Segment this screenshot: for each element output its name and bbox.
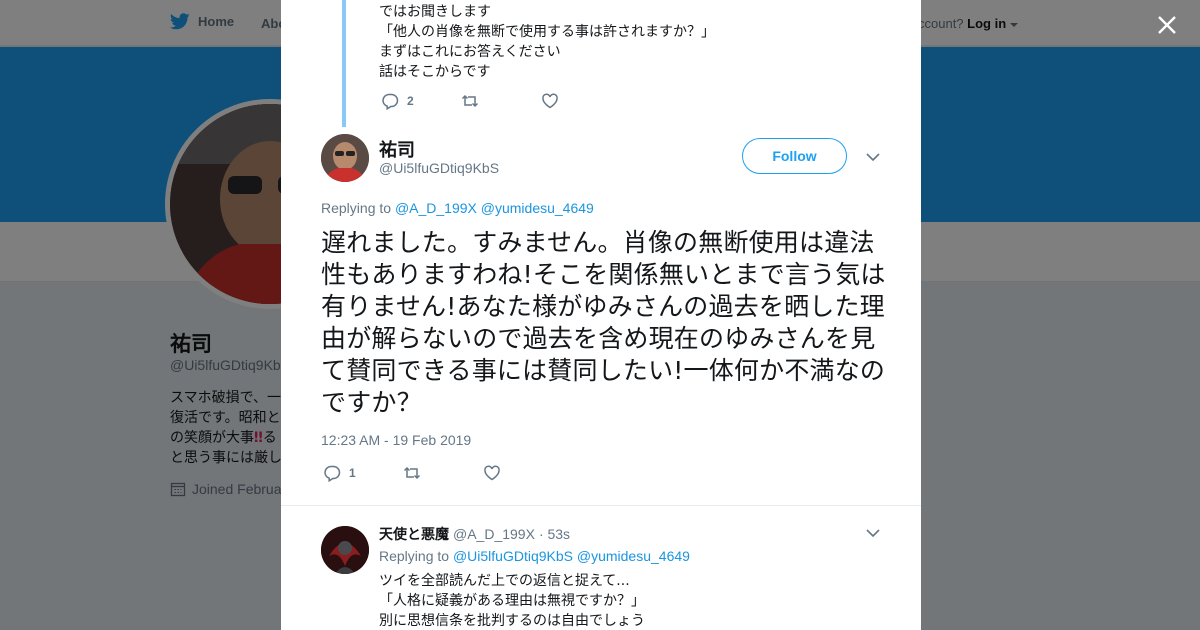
chevron-down-icon[interactable] (866, 152, 880, 162)
close-icon[interactable] (1152, 10, 1182, 40)
mention-link[interactable]: @Ui5lfuGDtiq9KbS (453, 548, 573, 564)
previous-tweet-actions: 2 (381, 92, 621, 110)
text-line: 話はそこからです (379, 64, 491, 80)
retweet-button[interactable] (461, 92, 541, 110)
reply-tweet-avatar[interactable] (321, 526, 369, 574)
text-line: まずはこれにお答えください (379, 44, 561, 60)
divider (281, 505, 921, 506)
reply-button[interactable]: 1 (323, 464, 403, 482)
retweet-icon (461, 94, 479, 108)
mention-link[interactable]: @yumidesu_4649 (577, 548, 690, 564)
replying-to: Replying to @Ui5lfuGDtiq9KbS @yumidesu_4… (379, 548, 690, 564)
replying-prefix: Replying to (321, 200, 392, 216)
retweet-button[interactable] (403, 464, 483, 482)
reply-button[interactable]: 2 (381, 92, 461, 110)
like-icon (484, 465, 500, 481)
thread-line (342, 0, 346, 127)
reply-icon (382, 93, 399, 110)
retweet-icon (403, 466, 421, 480)
text-line: 「人格に疑義がある理由は無視ですか？」 (379, 593, 645, 609)
reply-count: 1 (349, 466, 356, 480)
mention-link[interactable]: @yumidesu_4649 (481, 200, 594, 216)
main-tweet-name[interactable]: 祐司 (379, 136, 415, 162)
text-line: 「他人の肖像を無断で使用する事は許されますか？」 (379, 24, 715, 40)
reply-count: 2 (407, 94, 414, 108)
previous-tweet-text: ではお聞きします 「他人の肖像を無断で使用する事は許されますか？」 まずはこれに… (379, 2, 715, 82)
like-icon (542, 93, 558, 109)
main-tweet-text: 遅れました。すみません。肖像の無断使用は違法性もありますわね!そこを関係無いとま… (321, 228, 886, 417)
like-button[interactable] (541, 92, 621, 110)
mention-link[interactable]: @A_D_199X (395, 200, 477, 216)
main-tweet-timestamp[interactable]: 12:23 AM - 19 Feb 2019 (321, 432, 471, 448)
text-line: ツイを全部読んだ上での返信と捉えて... (379, 573, 630, 589)
reply-tweet-header: 天使と悪魔 @A_D_199X · 53s (379, 524, 570, 544)
reply-tweet-name[interactable]: 天使と悪魔 (379, 524, 449, 544)
text-line: 別に思想信条を批判するのは自由でしょう (379, 613, 645, 629)
replying-prefix: Replying to (379, 548, 450, 564)
tweet-permalink-modal: ではお聞きします 「他人の肖像を無断で使用する事は許されますか？」 まずはこれに… (281, 0, 921, 630)
main-tweet-avatar[interactable] (321, 134, 369, 182)
reply-tweet-text: ツイを全部読んだ上での返信と捉えて... 「人格に疑義がある理由は無視ですか？」… (379, 571, 645, 630)
replying-to: Replying to @A_D_199X @yumidesu_4649 (321, 200, 594, 216)
like-button[interactable] (483, 464, 563, 482)
main-tweet-handle[interactable]: @Ui5lfuGDtiq9KbS (379, 160, 499, 176)
chevron-down-icon[interactable] (866, 528, 880, 538)
reply-icon (324, 465, 341, 482)
follow-button[interactable]: Follow (742, 138, 847, 174)
text-line: ではお聞きします (379, 4, 491, 20)
main-tweet-actions: 1 (323, 464, 563, 482)
reply-tweet-handle[interactable]: @A_D_199X (453, 526, 535, 542)
reply-tweet-time[interactable]: · 53s (539, 526, 570, 542)
